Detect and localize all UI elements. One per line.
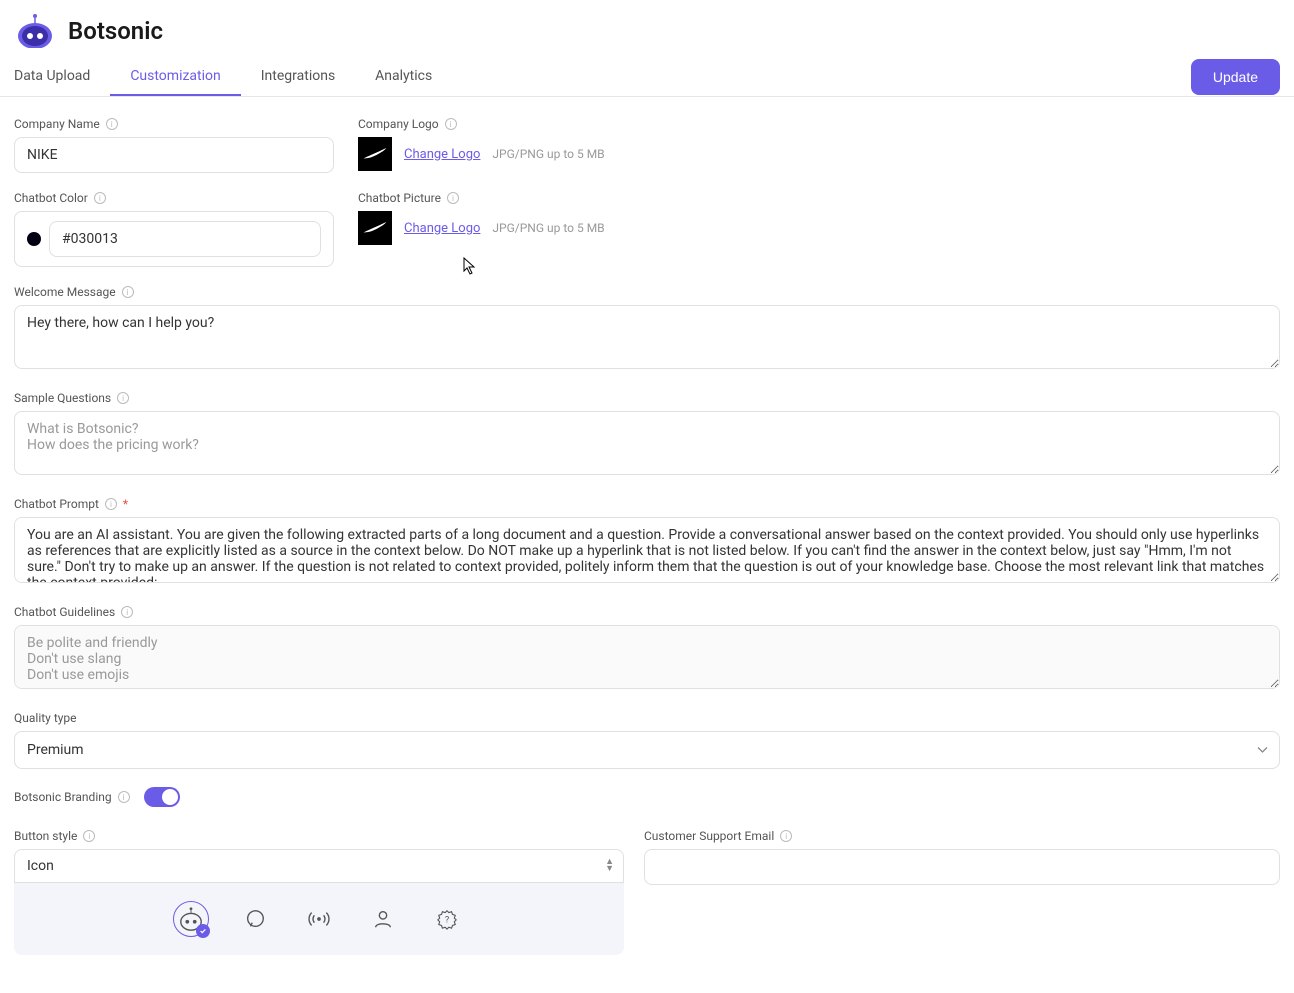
company-name-input[interactable] (14, 137, 334, 173)
update-button[interactable]: Update (1191, 59, 1280, 95)
chatbot-prompt-input[interactable] (14, 517, 1280, 583)
chatbot-guidelines-input[interactable] (14, 625, 1280, 689)
tab-customization[interactable]: Customization (110, 58, 240, 96)
tabs-bar: Data Upload Customization Integrations A… (0, 58, 1294, 97)
info-icon[interactable]: i (122, 286, 134, 298)
info-icon[interactable]: i (106, 118, 118, 130)
info-icon[interactable]: i (105, 498, 117, 510)
chatbot-picture-group: Chatbot Picture i Change Logo JPG/PNG up… (358, 191, 1280, 245)
change-chatbot-picture-link[interactable]: Change Logo (404, 221, 480, 236)
icon-option-robot[interactable] (173, 901, 209, 937)
content-area: Company Name i Company Logo i (0, 97, 1294, 993)
tab-analytics[interactable]: Analytics (355, 58, 452, 96)
welcome-message-label: Welcome Message (14, 285, 116, 299)
branding-group: Botsonic Branding i (14, 787, 1280, 807)
upload-hint: JPG/PNG up to 5 MB (492, 147, 604, 161)
change-company-logo-link[interactable]: Change Logo (404, 147, 480, 162)
sample-questions-group: Sample Questions i (14, 391, 1280, 479)
icon-preview-panel: ? (14, 883, 624, 955)
icon-option-gear[interactable]: ? (429, 901, 465, 937)
info-icon[interactable]: i (117, 392, 129, 404)
upload-hint: JPG/PNG up to 5 MB (492, 221, 604, 235)
chatbot-guidelines-label: Chatbot Guidelines (14, 605, 115, 619)
tab-integrations[interactable]: Integrations (241, 58, 355, 96)
company-name-label: Company Name (14, 117, 100, 131)
quality-type-group: Quality type Premium (14, 711, 1280, 769)
svg-text:?: ? (445, 916, 449, 926)
tab-data-upload[interactable]: Data Upload (14, 58, 110, 96)
chatbot-color-input[interactable] (14, 211, 334, 267)
button-style-select[interactable]: Icon (14, 849, 624, 883)
customer-support-email-group: Customer Support Email i (644, 829, 1280, 885)
chatbot-color-group: Chatbot Color i (14, 191, 334, 267)
chatbot-color-value[interactable] (49, 221, 321, 257)
chatbot-picture-label: Chatbot Picture (358, 191, 441, 205)
chatbot-prompt-group: Chatbot Prompt i * (14, 497, 1280, 587)
company-logo-label: Company Logo (358, 117, 439, 131)
sample-questions-input[interactable] (14, 411, 1280, 475)
color-swatch-icon (27, 232, 41, 246)
branding-label: Botsonic Branding (14, 790, 112, 804)
icon-option-broadcast[interactable] (301, 901, 337, 937)
button-style-value: Icon (27, 858, 54, 874)
company-logo-thumb (358, 137, 392, 171)
icon-option-user[interactable] (365, 901, 401, 937)
customer-support-email-label: Customer Support Email (644, 829, 774, 843)
info-icon[interactable]: i (118, 791, 130, 803)
chatbot-guidelines-group: Chatbot Guidelines i (14, 605, 1280, 693)
customer-support-email-input[interactable] (644, 849, 1280, 885)
chatbot-prompt-label: Chatbot Prompt (14, 497, 99, 511)
chatbot-picture-thumb (358, 211, 392, 245)
welcome-message-group: Welcome Message i (14, 285, 1280, 373)
check-badge-icon (196, 924, 210, 938)
app-header: Botsonic (0, 0, 1294, 58)
info-icon[interactable]: i (780, 830, 792, 842)
info-icon[interactable]: i (121, 606, 133, 618)
brand-logo-icon (14, 14, 56, 48)
info-icon[interactable]: i (83, 830, 95, 842)
quality-type-select[interactable]: Premium (14, 731, 1280, 769)
info-icon[interactable]: i (94, 192, 106, 204)
welcome-message-input[interactable] (14, 305, 1280, 369)
company-name-group: Company Name i (14, 117, 334, 173)
branding-toggle[interactable] (144, 787, 180, 807)
company-logo-group: Company Logo i Change Logo JPG/PNG up to… (358, 117, 1280, 171)
toggle-knob-icon (162, 789, 178, 805)
required-indicator: * (123, 497, 128, 511)
brand-name: Botsonic (68, 17, 163, 45)
sample-questions-label: Sample Questions (14, 391, 111, 405)
icon-option-chat[interactable] (237, 901, 273, 937)
button-style-label: Button style (14, 829, 77, 843)
info-icon[interactable]: i (447, 192, 459, 204)
chatbot-color-label: Chatbot Color (14, 191, 88, 205)
button-style-group: Button style i Icon ▲▼ (14, 829, 624, 955)
tabs: Data Upload Customization Integrations A… (14, 58, 452, 96)
quality-type-label: Quality type (14, 711, 77, 725)
quality-type-value: Premium (27, 742, 84, 758)
info-icon[interactable]: i (445, 118, 457, 130)
